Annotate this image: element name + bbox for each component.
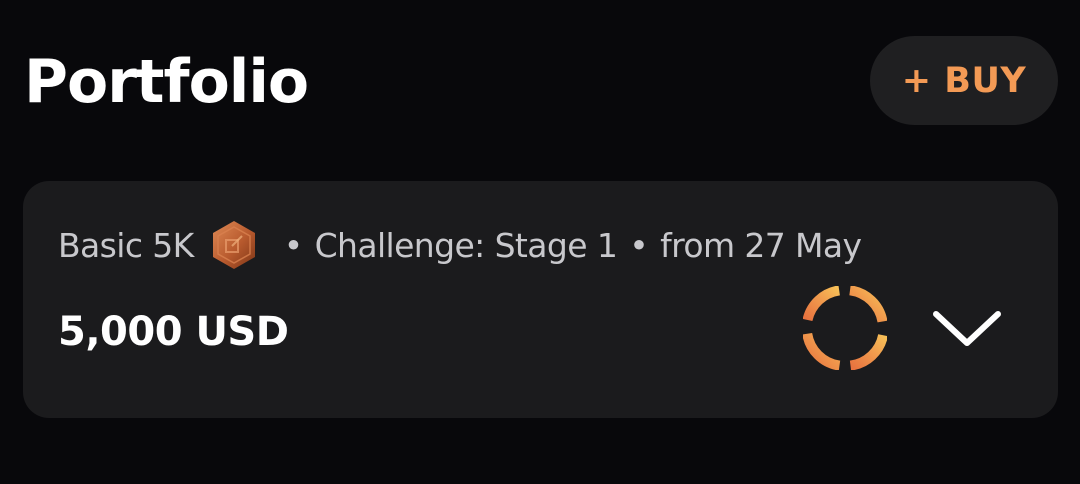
account-card[interactable]: Basic 5K • Challenge: Stage 1 • from 27 … (23, 181, 1058, 418)
chevron-down-icon (933, 311, 1001, 346)
expand-button[interactable] (929, 297, 1005, 357)
portfolio-screen: Portfolio + BUY Basic 5K • Challenge: St… (0, 0, 1080, 484)
separator-dot: • (283, 225, 303, 265)
separator-dot: • (629, 225, 649, 265)
account-meta: Basic 5K • Challenge: Stage 1 • from 27 … (58, 221, 862, 269)
plan-name: Basic 5K (58, 225, 194, 265)
buy-button[interactable]: + BUY (870, 36, 1058, 125)
bronze-hexagon-badge-icon (208, 219, 260, 271)
start-date: from 27 May (660, 225, 862, 265)
challenge-stage: Challenge: Stage 1 (314, 225, 618, 265)
account-balance: 5,000 USD (58, 309, 289, 355)
page-title: Portfolio (24, 47, 309, 117)
segmented-progress-ring-icon (803, 286, 887, 370)
